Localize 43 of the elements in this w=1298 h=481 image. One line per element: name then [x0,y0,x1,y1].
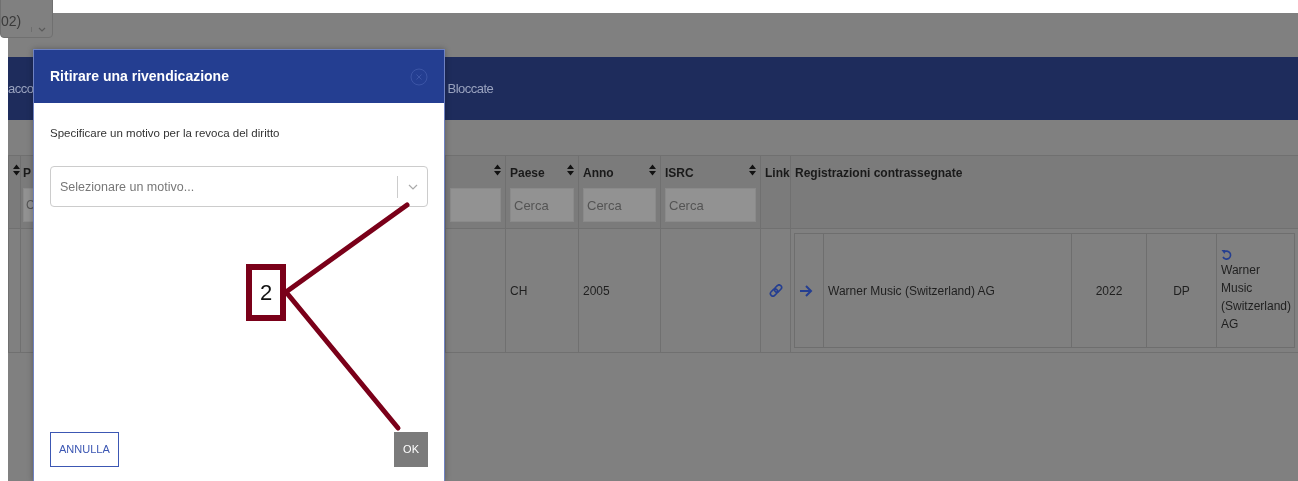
column-header: Anno [583,165,614,182]
header-cell[interactable]: ISRC Cerca [660,155,761,229]
selector-text: 02) [1,12,22,31]
header-cell[interactable]: Registrazioni contrassegnate [790,155,1298,229]
sort-icon[interactable] [649,164,656,176]
table-cell: Warner Music (Switzerland) AG [828,283,995,298]
table-cell-text: Warner Music (Switzerland) AG [1221,261,1290,333]
dialog-title: Ritirare una rivendicazione [50,67,229,86]
table-cell: DP [1173,283,1190,298]
sort-icon[interactable] [494,164,501,176]
sort-icon[interactable] [567,164,574,176]
sort-icon[interactable] [749,164,756,176]
search-field[interactable]: Cerca [665,188,756,222]
caret-icon [38,27,47,32]
table-cell-text: 2005 [582,283,611,298]
header-cell[interactable]: Paese Cerca [505,155,579,229]
header-cell[interactable]: Link [760,155,791,229]
reason-select[interactable]: Selezionare un motivo... [50,166,428,208]
table-cell: 2022 [1095,283,1123,298]
cancel-button[interactable]: ANNULLA [50,432,119,467]
column-header: ISRC [665,165,694,182]
arrow-right-icon[interactable] [799,283,813,298]
search-field[interactable] [450,188,501,222]
selector-field[interactable]: 02) [0,0,53,38]
link-icon[interactable] [768,284,783,297]
column-header: Registrazioni contrassegnate [795,165,963,182]
close-icon[interactable] [410,67,428,86]
nav-tab[interactable]: acco [8,78,34,99]
table-cell-text: CH [509,283,529,298]
search-field[interactable]: Cerca [510,188,574,222]
undo-icon[interactable] [1221,248,1232,261]
ok-button[interactable]: OK [394,432,428,467]
header-cell[interactable] [445,155,506,229]
nav-tab[interactable]: Bloccate [447,78,494,99]
column-header: Paese [510,165,545,182]
column-header: P [23,165,31,182]
step-number: 2 [246,264,286,321]
header-cell[interactable] [8,155,21,229]
chevron-down-icon[interactable] [408,184,418,191]
search-field[interactable]: Cerca [583,188,656,222]
column-header: Link [765,165,790,182]
header-cell[interactable]: Anno Cerca [578,155,661,229]
dialog-message: Specificare un motivo per la revoca del diritto [50,126,281,141]
